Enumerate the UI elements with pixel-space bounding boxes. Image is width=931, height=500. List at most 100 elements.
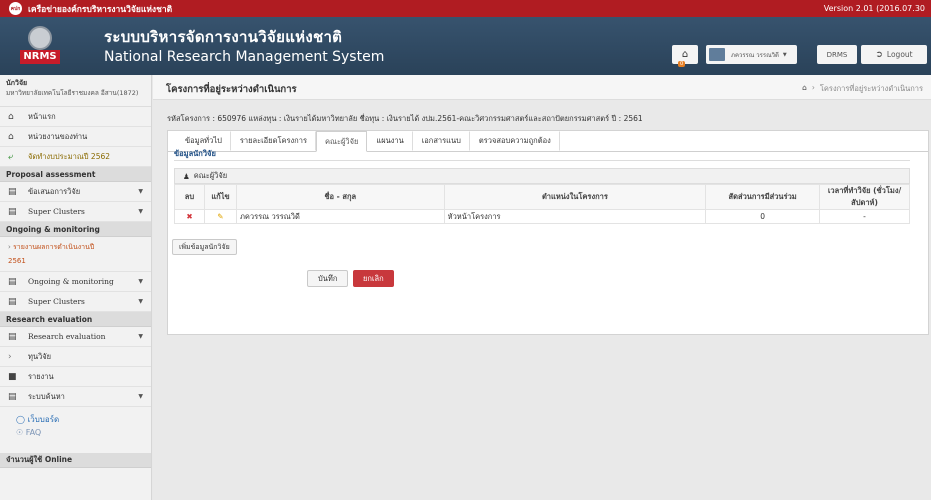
home-button[interactable]: ⌂ 0: [672, 45, 698, 67]
webboard-link[interactable]: ◯ เว็บบอร์ด: [16, 413, 135, 426]
sidebar-item-home[interactable]: ⌂ หน้าแรก: [0, 107, 151, 127]
version-label: Version 2.01 (2016.07.30: [823, 4, 925, 13]
help-icon: ☉: [16, 428, 24, 437]
tab-plan[interactable]: แผนงาน: [367, 131, 413, 151]
group-icon: ♟: [183, 171, 190, 181]
system-title-english: National Research Management System: [104, 49, 385, 65]
sidebar-item-ongoing[interactable]: ▤ Ongoing & monitoring ▼: [0, 272, 151, 292]
sidebar-item-year: 2561: [8, 257, 26, 265]
caret-down-icon: ▼: [138, 393, 143, 400]
arrow-icon: ⤶: [8, 151, 14, 162]
app-header: NRMS ระบบบริหารจัดการงานวิจัยแห่งชาติ Na…: [0, 17, 931, 75]
table-header-row: ลบ แก้ไข ชื่อ - สกุล ตำแหน่งในโครงการ สั…: [174, 184, 910, 210]
main-content: รหัสโครงการ : 650976 แหล่งทุน : เงินรายไ…: [153, 100, 931, 500]
tab-project-details[interactable]: รายละเอียดโครงการ: [231, 131, 316, 151]
sidebar-item-label: รายงานผลการดำเนินงานปี: [13, 243, 95, 251]
save-button[interactable]: บันทึก: [307, 270, 349, 287]
edit-icon[interactable]: ✎: [217, 212, 223, 221]
tab-research-team[interactable]: คณะผู้วิจัย: [315, 131, 368, 152]
logout-button[interactable]: ➲ Logout: [861, 45, 927, 64]
comment-icon: ◯: [16, 415, 25, 424]
nrms-logo[interactable]: NRMS: [18, 24, 62, 68]
sidebar-item-super-clusters[interactable]: ▤ Super Clusters ▼: [0, 202, 151, 222]
breadcrumb: ⌂ › โครงการที่อยู่ระหว่างดำเนินการ: [802, 83, 923, 95]
notification-badge: 0: [678, 61, 686, 67]
sidebar-item-super-clusters-2[interactable]: ▤ Super Clusters ▼: [0, 292, 151, 312]
tab-validation[interactable]: ตรวจสอบความถูกต้อง: [470, 131, 560, 151]
col-edit: แก้ไข: [203, 184, 237, 210]
cancel-button[interactable]: ยกเลิก: [353, 270, 394, 287]
faq-link[interactable]: ☉ FAQ: [16, 426, 135, 439]
network-title[interactable]: เครือข่ายองค์กรบริหารงานวิจัยแห่งชาติ: [28, 2, 172, 16]
user-organization: มหาวิทยาลัยเทคโนโลยีราชมงคล อีสาน(1872): [6, 89, 139, 97]
researcher-ratio: 0: [705, 209, 821, 224]
list-icon: ▤: [8, 276, 17, 287]
list-icon: ▤: [8, 331, 17, 342]
col-time: เวลาที่ทำวิจัย (ชั่วโมง/สัปดาห์): [819, 184, 910, 210]
col-position: ตำแหน่งในโครงการ: [443, 184, 707, 210]
sidebar-item-label: ทุนวิจัย: [28, 351, 52, 361]
sidebar-links: ◯ เว็บบอร์ด ☉ FAQ: [0, 407, 151, 445]
logo-text: NRMS: [20, 50, 60, 64]
chevron-right-icon: ›: [8, 243, 11, 251]
table-caption: ♟ คณะผู้วิจัย: [174, 168, 910, 184]
user-role: นักวิจัย: [6, 79, 28, 87]
caret-down-icon: ▼: [138, 333, 143, 340]
sidebar-item-progress-report[interactable]: › รายงานผลการดำเนินงานปี 2561: [0, 237, 151, 272]
sidebar-item-label: Super Clusters: [28, 297, 85, 306]
logout-label: Logout: [886, 50, 913, 59]
sidebar-item-label: หน่วยงานของท่าน: [28, 131, 88, 141]
section-proposal-assessment: Proposal assessment: [0, 167, 151, 182]
tab-attachments[interactable]: เอกสารแนบ: [413, 131, 470, 151]
system-title-thai: ระบบบริหารจัดการงานวิจัยแห่งชาติ: [104, 28, 343, 46]
network-bar: คปก เครือข่ายองค์กรบริหารงานวิจัยแห่งชาต…: [0, 0, 931, 17]
delete-icon[interactable]: ✖: [186, 212, 192, 221]
home-icon[interactable]: ⌂: [802, 83, 807, 95]
building-icon: ⌂: [8, 131, 14, 142]
sidebar-item-budget[interactable]: ⤶ จัดทำงบประมาณปี 2562: [0, 147, 151, 167]
tab-bar: ข้อมูลทั่วไป รายละเอียดโครงการ คณะผู้วิจ…: [168, 131, 928, 152]
user-name: ภควรรณ วรรณวิดี: [731, 51, 779, 59]
home-icon: ⌂: [8, 111, 14, 122]
sidebar-item-label: Ongoing & monitoring: [28, 277, 114, 286]
sidebar-item-search[interactable]: ▤ ระบบค้นหา ▼: [0, 387, 151, 407]
sidebar-item-label: Super Clusters: [28, 207, 85, 216]
faq-label: FAQ: [25, 428, 42, 437]
sidebar-item-label: รายงาน: [28, 371, 54, 381]
network-logo: คปก: [9, 2, 22, 15]
sidebar: นักวิจัย มหาวิทยาลัยเทคโนโลยีราชมงคล อีส…: [0, 75, 152, 500]
logo-emblem: [28, 26, 52, 50]
webboard-label: เว็บบอร์ด: [27, 415, 60, 424]
list-icon: ▤: [8, 296, 17, 307]
sidebar-item-label: ระบบค้นหา: [28, 391, 65, 401]
sidebar-item-label: จัดทำงบประมาณปี 2562: [28, 151, 111, 161]
home-icon: ⌂: [681, 49, 689, 60]
list-icon: ▤: [8, 186, 17, 197]
caret-down-icon: ▼: [138, 278, 143, 285]
drms-button[interactable]: DRMS: [817, 45, 857, 64]
researcher-table: ลบ แก้ไข ชื่อ - สกุล ตำแหน่งในโครงการ สั…: [174, 184, 910, 224]
page-title-bar: โครงการที่อยู่ระหว่างดำเนินการ ⌂ › โครงก…: [153, 75, 931, 100]
sidebar-item-proposal[interactable]: ▤ ข้อเสนอการวิจัย ▼: [0, 182, 151, 202]
breadcrumb-separator: ›: [811, 83, 815, 92]
sidebar-item-grants[interactable]: › ทุนวิจัย: [0, 347, 151, 367]
section-ongoing: Ongoing & monitoring: [0, 222, 151, 237]
researcher-time: -: [819, 209, 910, 224]
section-online-users: จำนวนผู้ใช้ Online: [0, 453, 151, 468]
researcher-section-title: ข้อมูลนักวิจัย: [174, 149, 216, 158]
user-menu-button[interactable]: ภควรรณ วรรณวิดี ▼: [706, 45, 797, 64]
researcher-name: ภควรรณ วรรณวิดี: [235, 209, 445, 224]
list-icon: ▤: [8, 391, 17, 402]
chevron-down-icon: ▼: [782, 51, 787, 58]
researcher-table-wrap: ♟ คณะผู้วิจัย ลบ แก้ไข ชื่อ - สกุล ตำแหน…: [174, 168, 910, 224]
col-ratio: สัดส่วนการมีส่วนร่วม: [705, 184, 821, 210]
add-researcher-button[interactable]: เพิ่มข้อมูลนักวิจัย: [172, 239, 237, 255]
sidebar-item-research-evaluation[interactable]: ▤ Research evaluation ▼: [0, 327, 151, 347]
sidebar-item-reports[interactable]: ■ รายงาน: [0, 367, 151, 387]
avatar: [709, 48, 725, 61]
chevron-right-icon: ›: [8, 351, 12, 362]
sidebar-item-agency[interactable]: ⌂ หน่วยงานของท่าน: [0, 127, 151, 147]
caret-down-icon: ▼: [138, 298, 143, 305]
report-icon: ■: [8, 371, 17, 382]
section-research-evaluation: Research evaluation: [0, 312, 151, 327]
